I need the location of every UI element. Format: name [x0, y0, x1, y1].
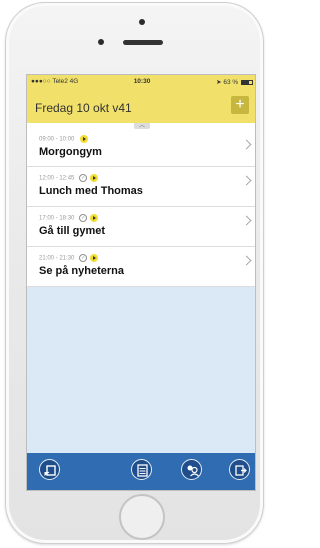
event-time: 21:00 - 21:30 ✓: [39, 254, 98, 262]
proximity-sensor: [98, 39, 104, 45]
app-screen: ●●●○○ Tele2 4G 10:30 ➤ 63 % Fredag 10 ok…: [26, 74, 256, 491]
battery-icon: [241, 79, 253, 85]
back-book-icon: [44, 465, 56, 476]
event-time-text: 21:00 - 21:30: [39, 255, 75, 262]
event-time: 17:00 - 18:30 ✓: [39, 214, 98, 222]
front-camera: [139, 19, 145, 25]
event-icons: [79, 135, 89, 143]
event-title: Morgongym: [39, 146, 102, 158]
home-button[interactable]: [119, 494, 165, 540]
play-marker-icon: [80, 135, 89, 143]
chevron-right-icon: [241, 255, 252, 266]
chevron-right-icon: [241, 175, 252, 186]
event-time: 12:00 - 12:45 ✓: [39, 174, 98, 182]
event-icons: ✓: [79, 214, 98, 222]
phone-frame: ●●●○○ Tele2 4G 10:30 ➤ 63 % Fredag 10 ok…: [5, 2, 264, 544]
play-marker-icon: [89, 254, 98, 262]
pull-down-tab[interactable]: ︿: [134, 123, 150, 129]
list-item[interactable]: 12:00 - 12:45 ✓ Lunch med Thomas: [27, 167, 255, 207]
page-title: Fredag 10 okt v41: [35, 101, 132, 115]
play-marker-icon: [89, 174, 98, 182]
status-bar: ●●●○○ Tele2 4G 10:30 ➤ 63 %: [31, 78, 253, 88]
event-icons: ✓: [79, 254, 98, 262]
tab-contacts-button[interactable]: [181, 459, 202, 480]
tab-calendar-button[interactable]: [131, 459, 152, 480]
event-time: 09:00 - 10:00: [39, 135, 89, 143]
event-title: Lunch med Thomas: [39, 185, 143, 197]
play-marker-icon: [89, 214, 98, 222]
check-icon: ✓: [79, 174, 88, 182]
event-time-text: 17:00 - 18:30: [39, 215, 75, 222]
earpiece-speaker: [123, 40, 163, 45]
tab-bar: [27, 453, 255, 490]
event-list: 09:00 - 10:00 Morgongym 12:00 - 12:45 ✓ …: [27, 123, 255, 287]
exit-icon: [235, 465, 247, 476]
event-time-text: 09:00 - 10:00: [39, 136, 75, 143]
check-icon: ✓: [79, 254, 88, 262]
battery-percent: 63 %: [223, 79, 239, 86]
chevron-right-icon: [241, 215, 252, 226]
chevron-right-icon: [241, 139, 252, 150]
event-title: Se på nyheterna: [39, 265, 124, 277]
contacts-icon: [187, 465, 199, 477]
tab-exit-button[interactable]: [229, 459, 250, 480]
add-event-button[interactable]: +: [231, 96, 249, 114]
list-item[interactable]: 21:00 - 21:30 ✓ Se på nyheterna: [27, 247, 255, 287]
event-title: Gå till gymet: [39, 225, 106, 237]
list-item[interactable]: 09:00 - 10:00 Morgongym: [27, 131, 255, 167]
location-arrow-icon: ➤: [216, 79, 222, 86]
app-header: ●●●○○ Tele2 4G 10:30 ➤ 63 % Fredag 10 ok…: [27, 75, 255, 123]
check-icon: ✓: [79, 214, 88, 222]
status-battery: ➤ 63 %: [216, 78, 253, 86]
event-time-text: 12:00 - 12:45: [39, 175, 75, 182]
calendar-list-icon: [137, 464, 148, 477]
event-icons: ✓: [79, 174, 98, 182]
empty-list-area: [27, 287, 255, 455]
tab-back-button[interactable]: [39, 459, 60, 480]
list-item[interactable]: 17:00 - 18:30 ✓ Gå till gymet: [27, 207, 255, 247]
